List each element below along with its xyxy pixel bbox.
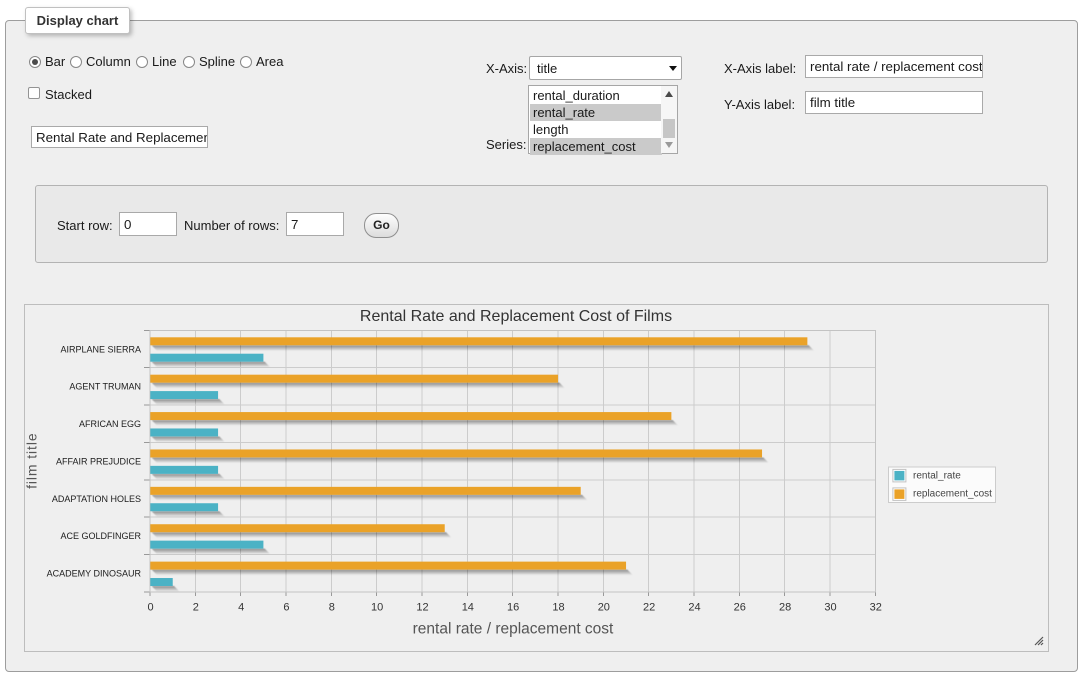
svg-text:10: 10 <box>371 602 383 614</box>
svg-text:6: 6 <box>283 602 289 614</box>
svg-text:30: 30 <box>824 602 836 614</box>
svg-text:8: 8 <box>329 602 335 614</box>
svg-text:AIRPLANE SIERRA: AIRPLANE SIERRA <box>60 344 141 354</box>
svg-text:28: 28 <box>779 602 791 614</box>
svg-text:12: 12 <box>416 602 428 614</box>
svg-text:AFRICAN EGG: AFRICAN EGG <box>79 419 141 429</box>
svg-text:2: 2 <box>193 602 199 614</box>
svg-text:ACE GOLDFINGER: ACE GOLDFINGER <box>60 531 141 541</box>
svg-text:ADAPTATION HOLES: ADAPTATION HOLES <box>52 494 141 504</box>
svg-text:Rental Rate and Replacement Co: Rental Rate and Replacement Cost of Film… <box>360 308 672 325</box>
svg-text:16: 16 <box>507 602 519 614</box>
svg-text:AFFAIR PREJUDICE: AFFAIR PREJUDICE <box>56 456 141 466</box>
svg-text:ACADEMY DINOSAUR: ACADEMY DINOSAUR <box>47 569 142 579</box>
svg-text:replacement_cost: replacement_cost <box>913 489 992 500</box>
svg-text:AGENT TRUMAN: AGENT TRUMAN <box>69 382 141 392</box>
svg-text:film title: film title <box>24 432 40 488</box>
svg-text:26: 26 <box>734 602 746 614</box>
svg-text:18: 18 <box>552 602 564 614</box>
svg-text:20: 20 <box>598 602 610 614</box>
svg-text:4: 4 <box>238 602 244 614</box>
svg-text:22: 22 <box>643 602 655 614</box>
svg-text:0: 0 <box>147 602 153 614</box>
svg-text:rental rate / replacement cost: rental rate / replacement cost <box>413 621 614 638</box>
svg-text:32: 32 <box>870 602 882 614</box>
svg-text:24: 24 <box>688 602 700 614</box>
svg-text:14: 14 <box>462 602 474 614</box>
svg-text:rental_rate: rental_rate <box>913 471 961 482</box>
